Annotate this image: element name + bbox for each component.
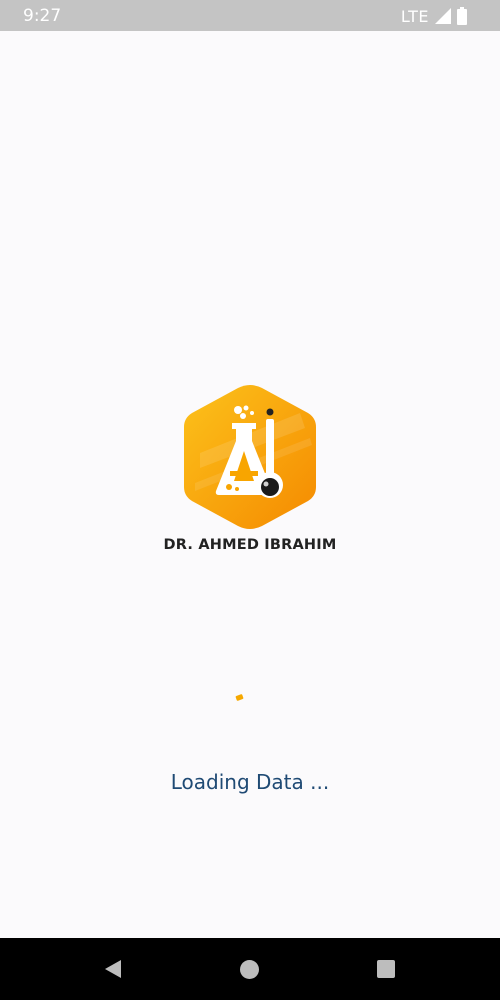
- app-logo: [180, 383, 320, 531]
- recents-icon[interactable]: [377, 960, 395, 983]
- back-icon[interactable]: [104, 960, 122, 983]
- battery-icon: [457, 7, 467, 25]
- loading-spinner: [235, 693, 244, 702]
- brand-name: DR. AHMED IBRAHIM: [163, 537, 337, 553]
- loading-text: Loading Data ...: [170, 770, 330, 794]
- navigation-bar: [0, 938, 500, 1000]
- status-bar: 9:27 LTE: [0, 0, 500, 31]
- home-icon[interactable]: [240, 960, 259, 984]
- status-indicators: LTE: [401, 6, 467, 26]
- network-type: LTE: [400, 6, 429, 26]
- status-time: 9:27: [23, 6, 62, 26]
- signal-icon: [435, 8, 451, 24]
